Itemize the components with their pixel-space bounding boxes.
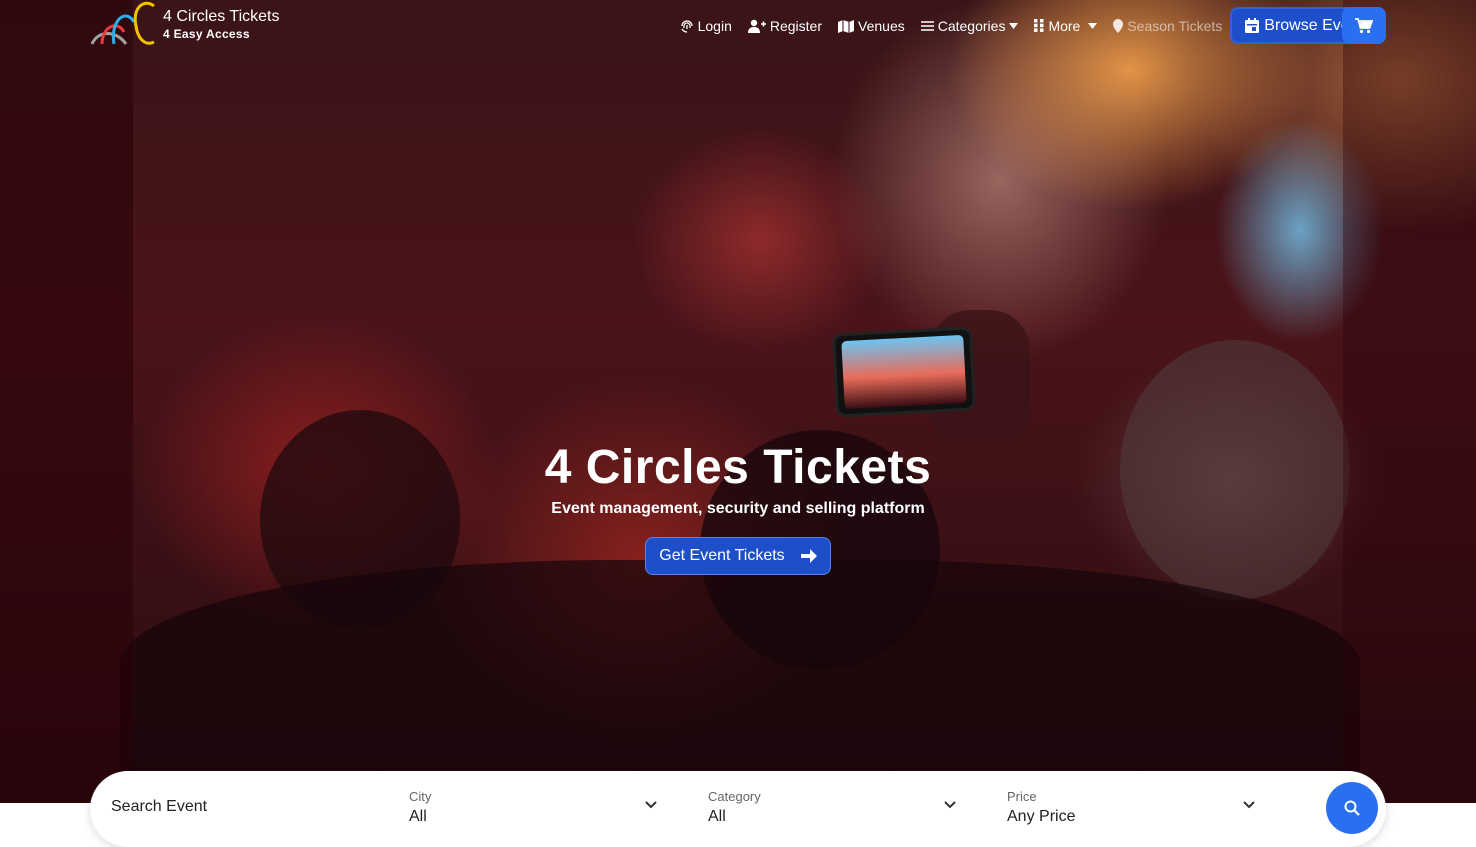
grid-dots-icon	[1034, 19, 1044, 32]
chevron-down-icon	[645, 801, 657, 809]
get-event-tickets-label: Get Event Tickets	[659, 547, 785, 564]
caret-down-icon	[1088, 22, 1098, 29]
category-filter-label: Category	[708, 789, 761, 804]
price-filter-select[interactable]: Price Any Price	[1007, 789, 1265, 829]
nav-register-label: Register	[769, 17, 823, 34]
map-icon	[838, 19, 855, 33]
hero-right-overlay	[1343, 0, 1476, 803]
four-circles-logo-icon	[88, 0, 158, 50]
nav-more[interactable]: More	[1034, 17, 1098, 34]
search-icon	[1344, 800, 1360, 816]
nav-venues-label: Venues	[858, 17, 905, 34]
chevron-down-icon	[1243, 801, 1255, 809]
brand-logo-link[interactable]: 4 Circles Tickets 4 Easy Access	[88, 0, 279, 50]
cart-icon	[1355, 17, 1373, 33]
nav-venues[interactable]: Venues	[838, 18, 905, 34]
brand-tagline: 4 Easy Access	[163, 27, 250, 41]
hero-subtitle: Event management, security and selling p…	[551, 500, 925, 517]
calendar-icon	[1245, 18, 1260, 33]
hero-left-overlay	[0, 0, 133, 803]
cart-button[interactable]	[1342, 7, 1386, 44]
arrow-right-icon	[800, 549, 817, 563]
nav-register[interactable]: Register	[747, 17, 823, 34]
price-filter-value: Any Price	[1007, 808, 1076, 825]
nav-season-tickets[interactable]: Season Tickets	[1113, 18, 1222, 34]
city-filter-value: All	[409, 808, 427, 825]
search-event-input[interactable]	[111, 798, 371, 816]
crowd-foreground	[120, 560, 1360, 803]
menu-bars-icon	[920, 20, 934, 31]
price-filter-label: Price	[1007, 789, 1037, 804]
nav-login[interactable]: Login	[680, 18, 732, 34]
hero-banner	[0, 0, 1476, 803]
main-nav: Login Register Venues Categories More Se…	[664, 7, 1386, 44]
city-filter-select[interactable]: City All	[409, 789, 667, 829]
hero-title: 4 Circles Tickets	[544, 441, 932, 494]
nav-season-tickets-label: Season Tickets	[1127, 17, 1223, 34]
chevron-down-icon	[944, 801, 956, 809]
category-filter-select[interactable]: Category All	[708, 789, 966, 829]
fingerprint-icon	[680, 19, 693, 33]
nav-more-label: More	[1048, 17, 1081, 34]
nav-categories[interactable]: Categories	[920, 17, 1019, 34]
search-submit-button[interactable]	[1326, 782, 1378, 834]
nav-login-label: Login	[697, 17, 732, 34]
user-plus-icon	[747, 19, 766, 33]
city-filter-label: City	[409, 789, 432, 804]
event-search-bar: City All Category All Price Any Price	[90, 771, 1386, 847]
category-filter-value: All	[708, 808, 726, 825]
map-pin-icon	[1113, 18, 1124, 33]
caret-down-icon	[1009, 22, 1019, 29]
get-event-tickets-button[interactable]: Get Event Tickets	[645, 537, 831, 575]
phone-image	[831, 326, 977, 418]
brand-title: 4 Circles Tickets	[163, 8, 280, 25]
nav-categories-label: Categories	[937, 17, 1006, 34]
